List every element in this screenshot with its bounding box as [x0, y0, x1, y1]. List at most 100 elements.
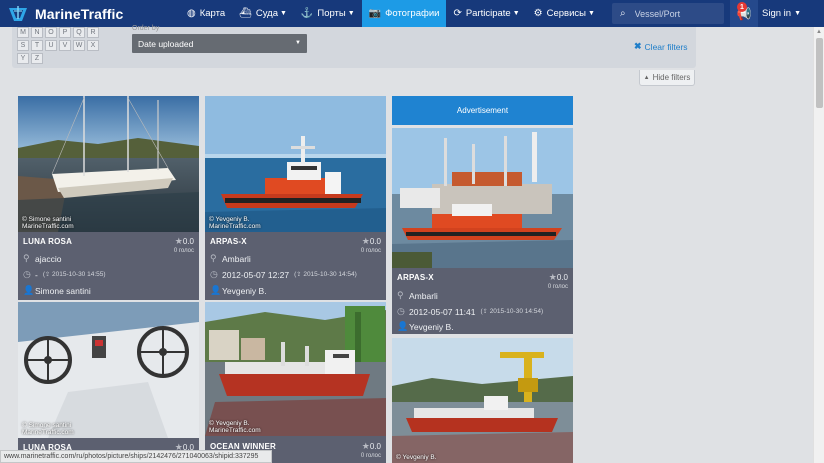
refresh-icon: ⟳: [453, 8, 462, 19]
date-row: ◷ 2012-05-07 12:27(⇪ 2015-10-30 14:54): [210, 269, 357, 280]
nav-item-label: Сервисы: [546, 8, 586, 19]
upload-icon: ⇪: [45, 272, 51, 278]
location-row: ⚲ Ambarli: [210, 253, 251, 264]
search-input[interactable]: [634, 8, 715, 19]
photo-card[interactable]: © Simone santini MarineTraffic.com LUNA R…: [18, 96, 199, 300]
globe-icon: ◍: [187, 8, 196, 19]
nav-item-label: Суда: [255, 8, 278, 19]
ship-photo[interactable]: © Yevgeniy B. MarineTraffic.com: [205, 302, 386, 436]
photo-info: ARPAS-X ★0.0 0 голос ⚲ Ambarli ◷ 2012-05-0…: [205, 232, 386, 300]
ship-photo[interactable]: [392, 128, 573, 268]
photo-credit: © Yevgeniy B. MarineTraffic.com: [209, 216, 261, 230]
clock-icon: ◷: [397, 306, 405, 316]
letter-filter-button[interactable]: V: [59, 40, 71, 51]
nav-item-1[interactable]: ⛴ Суда ▼: [232, 0, 294, 27]
location-row: ⚲ Ambarli: [397, 290, 438, 301]
letter-filter-button[interactable]: T: [31, 40, 43, 51]
rating: ★0.0: [361, 441, 381, 451]
vessel-name-link[interactable]: LUNA ROSA: [23, 237, 72, 246]
star-icon: ★: [548, 272, 557, 282]
photo-card[interactable]: © Yevgeniy B.: [392, 338, 573, 463]
author-row: 👤 Yevgeniy B.: [397, 321, 454, 332]
letter-filter-button[interactable]: W: [73, 40, 85, 51]
alphabet-filter: MNOPQRSTUVWXYZ: [17, 27, 117, 66]
map-marker-icon: ⚲: [397, 290, 404, 300]
notifications-button[interactable]: 📢 1: [730, 0, 758, 27]
chevron-down-icon: ▼: [794, 10, 801, 17]
author-row: 👤 Yevgeniy B.: [210, 285, 267, 296]
letter-filter-button[interactable]: Y: [17, 53, 29, 64]
rating: ★0.0: [174, 236, 194, 246]
brand-logo[interactable]: MarineTraffic: [0, 0, 180, 27]
caret-down-icon: ▼: [587, 10, 595, 17]
page-scrollbar[interactable]: ▲: [813, 27, 824, 463]
vessel-port-search: ⌕: [612, 3, 724, 24]
camera-icon: 📷: [368, 8, 382, 19]
caret-down-icon: ▼: [347, 10, 355, 17]
photo-card[interactable]: © Yevgeniy B. MarineTraffic.com OCEAN WIN…: [205, 302, 386, 463]
photo-card[interactable]: © Yevgeniy B. MarineTraffic.com ARPAS-X ★…: [205, 96, 386, 300]
letter-filter-button[interactable]: M: [17, 27, 29, 38]
hide-filters-button[interactable]: ▲ Hide filters: [639, 70, 695, 86]
filter-panel: MNOPQRSTUVWXYZ Order by Date uploaded ▼ …: [12, 25, 696, 68]
scroll-up-icon[interactable]: ▲: [816, 29, 822, 35]
scroll-thumb[interactable]: [816, 38, 823, 108]
vote-count: 0 голос: [360, 248, 381, 254]
search-icon: ⌕: [620, 8, 626, 19]
ship-photo[interactable]: © Yevgeniy B. MarineTraffic.com: [205, 96, 386, 232]
vote-count: 0 голос: [360, 453, 381, 459]
letter-row: STUVWX: [17, 40, 117, 52]
nav-item-0[interactable]: ◍ Карта: [180, 0, 232, 27]
date-row: ◷ -(⇪ 2015-10-30 14:55): [23, 269, 106, 280]
letter-row: MNOPQR: [17, 27, 117, 39]
nav-item-3[interactable]: 📷 Фотографии: [361, 0, 447, 27]
photo-credit: © Simone santini MarineTraffic.com: [22, 422, 74, 436]
notification-badge: 1: [737, 2, 747, 12]
anchor-icon: ⚓: [300, 8, 314, 19]
letter-filter-button[interactable]: P: [59, 27, 71, 38]
letter-filter-button[interactable]: Z: [31, 53, 43, 64]
nav-item-2[interactable]: ⚓ Порты ▼: [294, 0, 362, 27]
user-icon: 👤: [397, 321, 409, 331]
close-icon: ✖: [634, 41, 642, 51]
ship-photo[interactable]: © Simone santini MarineTraffic.com: [18, 302, 199, 438]
nav-item-label: Порты: [317, 8, 346, 19]
sign-in-button[interactable]: Sign in ▼: [762, 0, 801, 27]
vessel-name-link[interactable]: ARPAS-X: [210, 237, 247, 246]
letter-filter-button[interactable]: X: [87, 40, 99, 51]
clear-filters-link[interactable]: ✖ Clear filters: [634, 41, 688, 52]
letter-filter-button[interactable]: R: [87, 27, 99, 38]
upload-icon: ⇪: [296, 272, 302, 278]
caret-up-icon: ▲: [643, 74, 650, 81]
ship-photo[interactable]: © Yevgeniy B.: [392, 338, 573, 463]
ship-photo[interactable]: © Simone santini MarineTraffic.com: [18, 96, 199, 232]
caret-down-icon: ▼: [295, 40, 301, 46]
star-icon: ★: [361, 236, 370, 246]
star-icon: ★: [361, 441, 370, 451]
photo-credit: © Yevgeniy B.: [396, 454, 437, 461]
letter-filter-button[interactable]: Q: [73, 27, 85, 38]
clock-icon: ◷: [210, 269, 218, 279]
advertisement-banner[interactable]: Advertisement: [392, 96, 573, 125]
caret-down-icon: ▼: [512, 10, 520, 17]
nav-item-4[interactable]: ⟳ Participate ▼: [446, 0, 526, 27]
photo-info: ARPAS-X ★0.0 0 голос ⚲ Ambarli ◷ 2012-05-0…: [392, 268, 573, 334]
star-icon: ★: [174, 236, 183, 246]
order-by-select[interactable]: Date uploaded ▼: [132, 34, 307, 53]
photo-card[interactable]: ARPAS-X ★0.0 0 голос ⚲ Ambarli ◷ 2012-05-0…: [392, 128, 573, 334]
letter-filter-button[interactable]: O: [45, 27, 57, 38]
photo-card[interactable]: © Simone santini MarineTraffic.com LUNA R…: [18, 302, 199, 463]
nav-item-label: Participate: [465, 8, 511, 19]
letter-filter-button[interactable]: S: [17, 40, 29, 51]
vessel-name-link[interactable]: ARPAS-X: [397, 273, 434, 282]
map-marker-icon: ⚲: [210, 253, 217, 263]
letter-filter-button[interactable]: U: [45, 40, 57, 51]
ship-icon: ⛴: [239, 8, 252, 19]
user-icon: 👤: [23, 285, 35, 295]
nav-item-5[interactable]: ⚙ Сервисы ▼: [527, 0, 602, 27]
marinetraffic-logo-icon: [7, 5, 29, 23]
letter-filter-button[interactable]: N: [31, 27, 43, 38]
rating: ★0.0: [548, 272, 568, 282]
main-menu: ◍ Карта ⛴ Суда ▼ ⚓ Порты ▼ 📷 Фотографии ⟳ Participa…: [180, 0, 602, 27]
vote-count: 0 голос: [173, 248, 194, 254]
